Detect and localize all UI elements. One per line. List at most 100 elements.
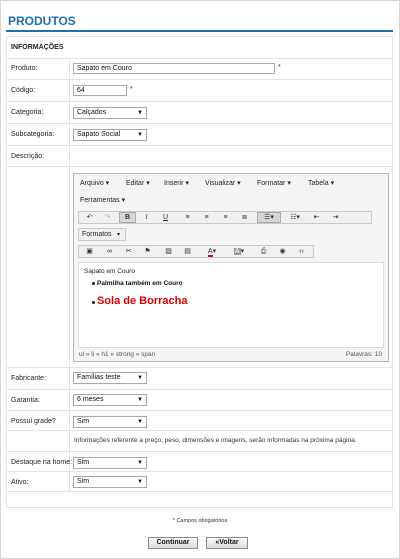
list-bullet [92, 301, 95, 304]
produto-input[interactable]: Sapato em Couro [73, 63, 275, 74]
destaque-value: Sim [77, 459, 90, 466]
categoria-value: Calçados [77, 109, 107, 116]
menu-editar[interactable]: Editar ▾ [126, 179, 150, 187]
destaque-label: Destaque na home: [11, 459, 73, 466]
categoria-label: Categoria: [11, 109, 44, 116]
codigo-input[interactable]: 64 [73, 85, 127, 96]
subcategoria-label: Subcategoria: [11, 131, 55, 138]
media-icon[interactable]: ▤ [179, 246, 196, 257]
row-divider [7, 491, 392, 492]
row-divider [7, 79, 392, 80]
continue-button[interactable]: Continuar [148, 537, 198, 549]
chevron-down-icon: ▼ [137, 132, 143, 138]
indent-icon[interactable]: ⇥ [327, 212, 344, 223]
menu-visualizar[interactable]: Visualizar ▾ [205, 179, 241, 187]
fabricante-select[interactable]: Famílias teste ▼ [73, 372, 147, 384]
content-list-item-1: Palmilha também em Couro [97, 280, 183, 287]
background-color-icon[interactable]: A▾ [227, 246, 251, 257]
back-button[interactable]: «Voltar [206, 537, 248, 549]
italic-button[interactable]: I [138, 212, 155, 223]
subcategoria-value: Sapato Social [77, 131, 121, 138]
row-divider [7, 410, 392, 411]
ativo-value: Sim [77, 478, 90, 485]
editor-toolbar-row-3: ▣ ∞ ✂ ⚑ ▨ ▤ A▾ A▾ ⎙ ◉ ‹› [78, 245, 314, 258]
align-left-icon[interactable]: ≡ [179, 212, 196, 223]
unlink-icon[interactable]: ✂ [120, 246, 137, 257]
chevron-down-icon: ▼ [137, 479, 143, 485]
row-divider [7, 430, 392, 431]
chevron-down-icon: ▼ [137, 110, 143, 116]
row-divider [7, 471, 392, 472]
image-icon[interactable]: ▨ [160, 246, 177, 257]
bold-button[interactable]: B [119, 212, 136, 223]
codigo-label: Código: [11, 87, 36, 94]
destaque-select[interactable]: Sim ▼ [73, 457, 147, 469]
redo-icon[interactable]: ↷ [99, 212, 116, 223]
ativo-select[interactable]: Sim ▼ [73, 476, 147, 488]
row-divider [7, 166, 392, 167]
bullet-list-icon[interactable]: ☰▾ [257, 212, 281, 223]
undo-icon[interactable]: ↶ [81, 212, 98, 223]
row-divider [7, 145, 392, 146]
align-center-icon[interactable]: ≡ [198, 212, 215, 223]
produto-label: Produto: [11, 65, 38, 72]
row-divider [7, 101, 392, 102]
grade-select[interactable]: Sim ▼ [73, 416, 147, 428]
menu-arquivo[interactable]: Arquivo ▾ [80, 179, 109, 187]
chevron-down-icon: ▼ [137, 460, 143, 466]
grade-label: Possui grade? [11, 418, 56, 425]
formats-dropdown[interactable]: Formatos ▾ [78, 228, 126, 241]
fabricante-label: Fabricante: [11, 375, 47, 382]
menu-tabela[interactable]: Tabela ▾ [308, 179, 334, 187]
required-mark: * [278, 64, 281, 71]
categoria-select[interactable]: Calçados ▼ [73, 107, 147, 119]
column-divider [69, 58, 70, 491]
row-divider [7, 451, 392, 452]
ativo-label: Ativo: [11, 479, 29, 486]
editor-content-area[interactable]: Sapato em Couro Palmilha também em Couro… [78, 262, 384, 348]
editor-toolbar-row-1: ↶ ↷ B I U ≡ ≡ ≡ ≣ ☰▾ ☷▾ ⇤ ⇥ [78, 211, 372, 224]
align-right-icon[interactable]: ≡ [217, 212, 234, 223]
code-icon[interactable]: ‹› [293, 246, 310, 257]
menu-inserir[interactable]: Inserir ▾ [164, 179, 189, 187]
menu-ferramentas[interactable]: Ferramentas ▾ [80, 196, 125, 204]
row-divider [7, 58, 392, 59]
content-list-item-2: Sola de Borracha [97, 295, 188, 307]
info-text: Informações referente a preço, peso, dim… [74, 437, 357, 444]
section-title: INFORMAÇÕES [11, 44, 64, 51]
formats-label: Formatos [82, 231, 112, 238]
outdent-icon[interactable]: ⇤ [308, 212, 325, 223]
folder-icon[interactable]: ▣ [81, 246, 98, 257]
editor-statusbar: ul » li » h1 » strong » span Palavras: 1… [74, 348, 388, 361]
menu-formatar[interactable]: Formatar ▾ [257, 179, 291, 187]
print-icon[interactable]: ⎙ [255, 246, 272, 257]
editor-menubar: Arquivo ▾ Editar ▾ Inserir ▾ Visualizar … [74, 174, 388, 210]
chevron-down-icon: ▼ [137, 419, 143, 425]
fabricante-value: Famílias teste [77, 374, 121, 381]
list-bullet [92, 282, 95, 285]
numbered-list-icon[interactable]: ☷▾ [284, 212, 306, 223]
row-divider [7, 367, 392, 368]
link-icon[interactable]: ∞ [101, 246, 118, 257]
bookmark-icon[interactable]: ⚑ [139, 246, 156, 257]
row-divider [7, 123, 392, 124]
word-count: Palavras: 10 [345, 351, 382, 358]
underline-button[interactable]: U [157, 212, 174, 223]
row-divider [7, 389, 392, 390]
grade-value: Sim [77, 418, 90, 425]
align-justify-icon[interactable]: ≣ [236, 212, 253, 223]
chevron-down-icon: ▾ [117, 232, 121, 238]
garantia-select[interactable]: 6 meses ▼ [73, 394, 147, 406]
text-color-icon[interactable]: A▾ [200, 246, 224, 257]
rich-text-editor: Arquivo ▾ Editar ▾ Inserir ▾ Visualizar … [73, 173, 389, 362]
descricao-label: Descrição: [11, 153, 45, 160]
content-paragraph: Sapato em Couro [84, 268, 135, 275]
subcategoria-select[interactable]: Sapato Social ▼ [73, 129, 147, 141]
garantia-label: Garantia: [11, 397, 40, 404]
page-title: PRODUTOS [8, 14, 76, 28]
element-path: ul » li » h1 » strong » span [79, 351, 156, 358]
chevron-down-icon: ▼ [137, 397, 143, 403]
preview-icon[interactable]: ◉ [274, 246, 291, 257]
garantia-value: 6 meses [77, 396, 104, 403]
chevron-down-icon: ▼ [137, 375, 143, 381]
